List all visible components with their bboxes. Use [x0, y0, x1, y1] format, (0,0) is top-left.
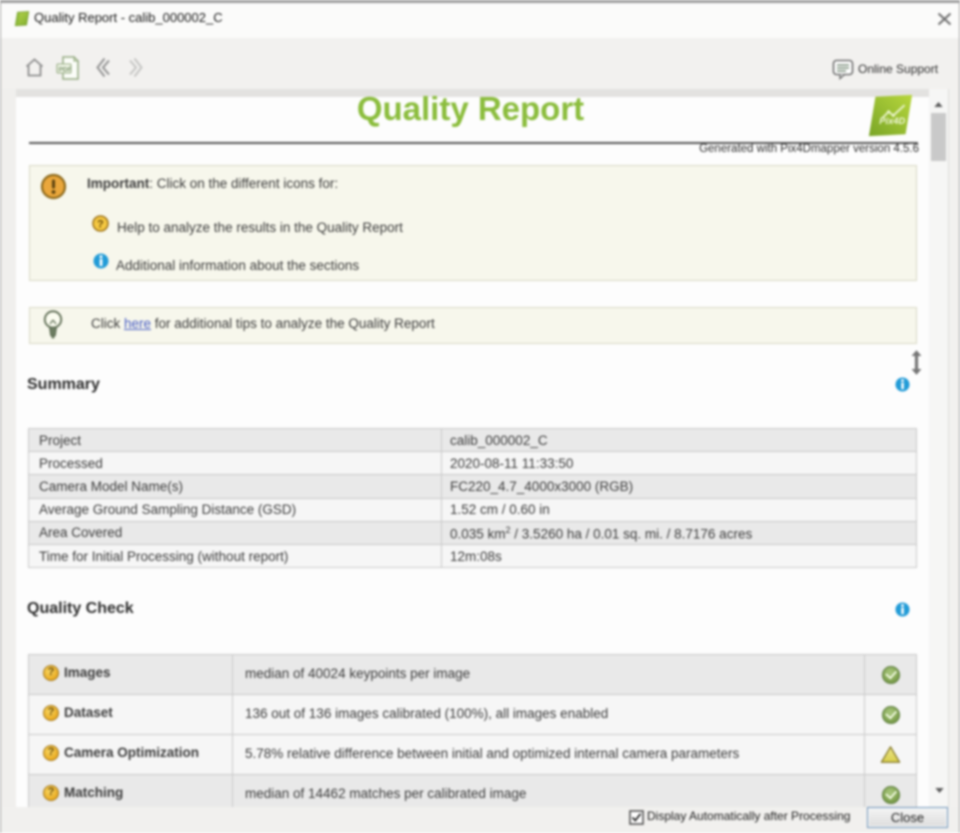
svg-text:PDF: PDF: [59, 66, 72, 73]
svg-text:?: ?: [97, 219, 104, 231]
